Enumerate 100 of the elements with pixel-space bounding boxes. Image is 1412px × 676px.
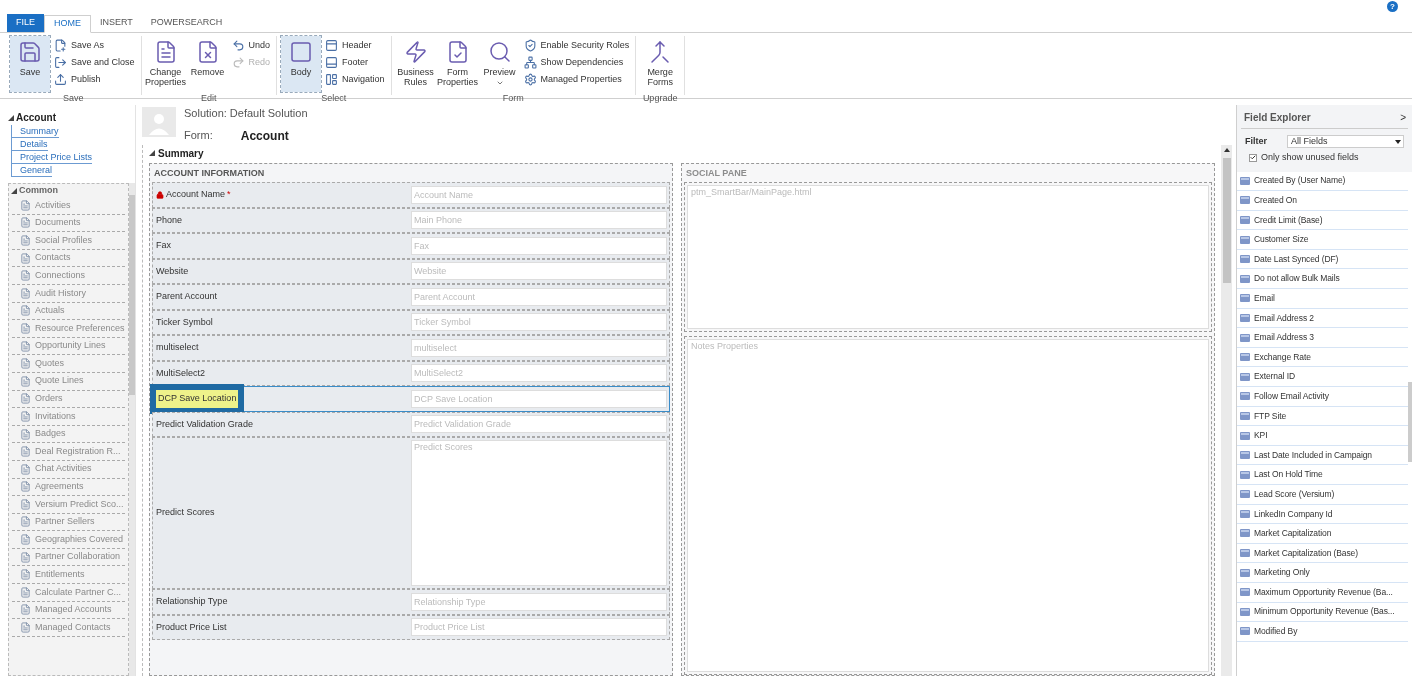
field-item[interactable]: Last On Hold Time: [1237, 465, 1408, 485]
field-icon: [1240, 549, 1250, 558]
field-item[interactable]: Lead Score (Versium): [1237, 485, 1408, 505]
input-field[interactable]: DCP Save Location: [411, 389, 667, 408]
ribbon-button[interactable]: Managed Properties: [521, 71, 632, 88]
form-row[interactable]: Ticker Symbol Ticker Symbol: [152, 309, 670, 335]
scroll-thumb[interactable]: [128, 195, 135, 395]
field-item[interactable]: KPI: [1237, 426, 1408, 446]
lightning-icon: [403, 40, 428, 64]
field-item[interactable]: Last Date Included in Campaign: [1237, 445, 1408, 466]
field-item[interactable]: Email Address 3: [1237, 328, 1408, 348]
form-row[interactable]: Account Name * Account Name: [152, 182, 670, 208]
form-row[interactable]: Fax Fax: [152, 233, 670, 259]
ribbon-button[interactable]: Body: [281, 36, 322, 92]
input-field[interactable]: Parent Account: [411, 287, 667, 306]
ribbon-button[interactable]: Save As: [52, 37, 137, 54]
expand-triangle-icon[interactable]: [8, 114, 14, 121]
field-item[interactable]: LinkedIn Company Id: [1237, 504, 1408, 525]
publish-icon: [54, 73, 67, 86]
field-item[interactable]: FTP Site: [1237, 406, 1408, 427]
form-row[interactable]: Predict Validation Grade Predict Validation Grade: [152, 411, 670, 437]
input-field[interactable]: multiselect: [411, 338, 667, 357]
field-icon: [1240, 431, 1250, 440]
ribbon-button[interactable]: Navigation: [323, 71, 387, 88]
ribbon-button[interactable]: Header: [323, 37, 387, 54]
ribbon-button[interactable]: Footer: [323, 54, 387, 71]
scrollbar[interactable]: [128, 183, 135, 676]
ribbon-button[interactable]: Form Properties: [437, 36, 478, 92]
form-row[interactable]: Product Price List Product Price List: [152, 614, 670, 640]
ribbon-button[interactable]: Preview: [479, 36, 520, 92]
input-field[interactable]: MultiSelect2: [411, 364, 667, 383]
nav-link[interactable]: Summary: [11, 125, 59, 138]
field-item[interactable]: Modified By: [1237, 622, 1408, 642]
field-item[interactable]: External ID: [1237, 367, 1408, 388]
form-row[interactable]: Website Website: [152, 258, 670, 284]
scroll-thumb[interactable]: [1222, 158, 1231, 283]
ribbon-tab[interactable]: INSERT: [91, 14, 142, 32]
input-field[interactable]: Website: [411, 262, 667, 281]
nav-link[interactable]: Project Price Lists: [11, 151, 93, 164]
ribbon-tab[interactable]: FILE: [7, 14, 44, 32]
field-item[interactable]: Marketing Only: [1237, 563, 1408, 583]
ribbon-button[interactable]: Enable Security Roles: [521, 37, 632, 54]
input-field[interactable]: Predict Validation Grade: [411, 415, 667, 434]
field-icon: [1240, 509, 1250, 518]
ribbon-button[interactable]: Remove: [187, 36, 228, 92]
field-item[interactable]: Follow Email Activity: [1237, 387, 1408, 407]
field-item[interactable]: Credit Limit (Base): [1237, 210, 1408, 231]
field-item[interactable]: Exchange Rate: [1237, 347, 1408, 368]
form-row[interactable]: Parent Account Parent Account: [152, 284, 670, 310]
ribbon-button[interactable]: Save: [10, 36, 50, 92]
group-label: Select: [320, 92, 348, 105]
ribbon-button[interactable]: Undo: [229, 37, 273, 54]
input-field[interactable]: Fax: [411, 236, 667, 255]
input-field[interactable]: Main Phone: [411, 211, 667, 230]
caret-icon: [495, 79, 504, 87]
nav-link[interactable]: General: [11, 164, 53, 177]
field-item[interactable]: Created By (User Name): [1237, 171, 1408, 192]
form-row[interactable]: MultiSelect2 MultiSelect2: [152, 360, 670, 386]
form-row[interactable]: multiselect multiselect: [152, 335, 670, 361]
ribbon-button[interactable]: Business Rules: [395, 36, 436, 92]
field-item[interactable]: Email Address 2: [1237, 308, 1408, 329]
field-item[interactable]: Maximum Opportunity Revenue (Ba...: [1237, 582, 1408, 603]
checkbox[interactable]: [1249, 153, 1257, 162]
ribbon-button[interactable]: Show Dependencies: [521, 54, 632, 71]
scrollbar[interactable]: [1221, 145, 1232, 676]
ribbon-button[interactable]: Publish: [52, 71, 137, 88]
filter-dropdown[interactable]: All Fields: [1287, 135, 1404, 149]
ribbon-tab[interactable]: HOME: [44, 15, 91, 33]
field-item[interactable]: Customer Size: [1237, 230, 1408, 250]
dropdown-arrow-icon[interactable]: [1395, 139, 1401, 144]
field-item[interactable]: Date Last Synced (DF): [1237, 249, 1408, 270]
input-field[interactable]: Relationship Type: [411, 592, 667, 611]
help-icon[interactable]: ?: [1387, 1, 1398, 12]
expand-triangle-icon[interactable]: [149, 150, 155, 156]
field-item[interactable]: Email: [1237, 289, 1408, 309]
input-field[interactable]: Ticker Symbol: [411, 313, 667, 332]
ribbon-button[interactable]: Merge Forms: [640, 36, 681, 92]
nav-link[interactable]: Details: [11, 138, 48, 151]
ribbon-button[interactable]: Change Properties: [145, 36, 186, 92]
form-row[interactable]: Relationship Type Relationship Type: [152, 589, 670, 615]
form-label: Form:: [184, 128, 213, 144]
input-field[interactable]: Account Name: [411, 185, 667, 204]
ribbon-button[interactable]: Save and Close: [52, 54, 137, 71]
form-row[interactable]: Phone Main Phone: [152, 207, 670, 233]
collapse-button[interactable]: >: [1400, 110, 1408, 125]
field-item[interactable]: Minimum Opportunity Revenue (Bas...: [1237, 602, 1408, 623]
expand-triangle-icon[interactable]: [11, 187, 17, 194]
field-item[interactable]: Created On: [1237, 191, 1408, 211]
input-field[interactable]: Predict Scores: [411, 440, 667, 586]
save-icon: [18, 40, 42, 64]
field-label: Product Price List: [156, 620, 227, 634]
form-row[interactable]: DCP Save Location DCP Save Location: [152, 386, 670, 412]
input-field[interactable]: Product Price List: [411, 618, 667, 637]
scroll-up-icon[interactable]: [1223, 148, 1230, 152]
scroll-thumb[interactable]: [1408, 381, 1412, 462]
form-row[interactable]: Predict Scores Predict Scores: [152, 437, 670, 589]
ribbon-tab[interactable]: POWERSEARCH: [141, 14, 232, 32]
field-item[interactable]: Market Capitalization: [1237, 524, 1408, 544]
field-item[interactable]: Market Capitalization (Base): [1237, 543, 1408, 564]
field-item[interactable]: Do not allow Bulk Mails: [1237, 269, 1408, 290]
